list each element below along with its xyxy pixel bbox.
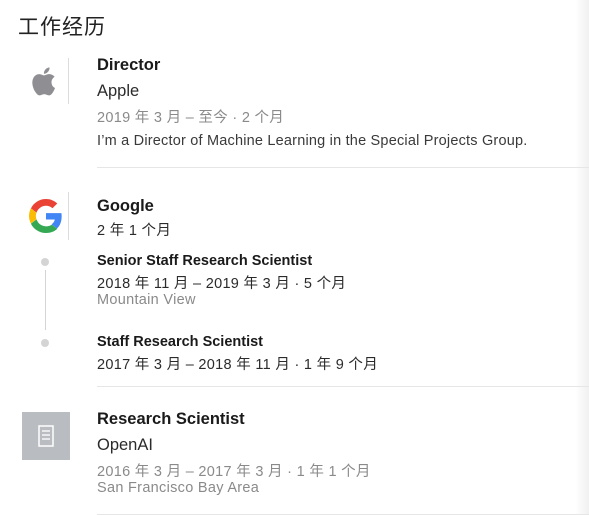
right-edge-shadow	[575, 0, 589, 515]
logo-divider	[68, 58, 69, 104]
job-dates: 2019 年 3 月 – 至今 · 2 个月	[97, 110, 285, 126]
company-name[interactable]: OpenAI	[97, 436, 153, 455]
section-title: 工作经历	[18, 16, 106, 39]
role-location: Mountain View	[97, 292, 196, 308]
entry-divider	[97, 167, 589, 168]
company-name[interactable]: Google	[97, 197, 154, 216]
job-location: San Francisco Bay Area	[97, 480, 260, 496]
total-duration: 2 年 1 个月	[97, 223, 172, 239]
company-name[interactable]: Apple	[97, 82, 139, 101]
job-dates: 2016 年 3 月 – 2017 年 3 月 · 1 年 1 个月	[97, 464, 371, 480]
timeline-dot	[41, 339, 49, 347]
google-logo-icon[interactable]	[29, 199, 63, 233]
logo-divider	[68, 192, 69, 240]
timeline-dot	[41, 258, 49, 266]
job-title[interactable]: Research Scientist	[97, 410, 245, 429]
timeline-line	[45, 270, 46, 330]
building-placeholder-icon[interactable]	[22, 412, 70, 460]
role-title[interactable]: Staff Research Scientist	[97, 334, 263, 350]
entry-divider	[97, 386, 589, 387]
apple-logo-icon[interactable]	[28, 62, 62, 100]
job-description: I’m a Director of Machine Learning in th…	[97, 133, 528, 149]
role-dates: 2017 年 3 月 – 2018 年 11 月 · 1 年 9 个月	[97, 357, 379, 373]
job-title[interactable]: Director	[97, 56, 160, 75]
role-dates: 2018 年 11 月 – 2019 年 3 月 · 5 个月	[97, 276, 347, 292]
role-title[interactable]: Senior Staff Research Scientist	[97, 253, 312, 269]
